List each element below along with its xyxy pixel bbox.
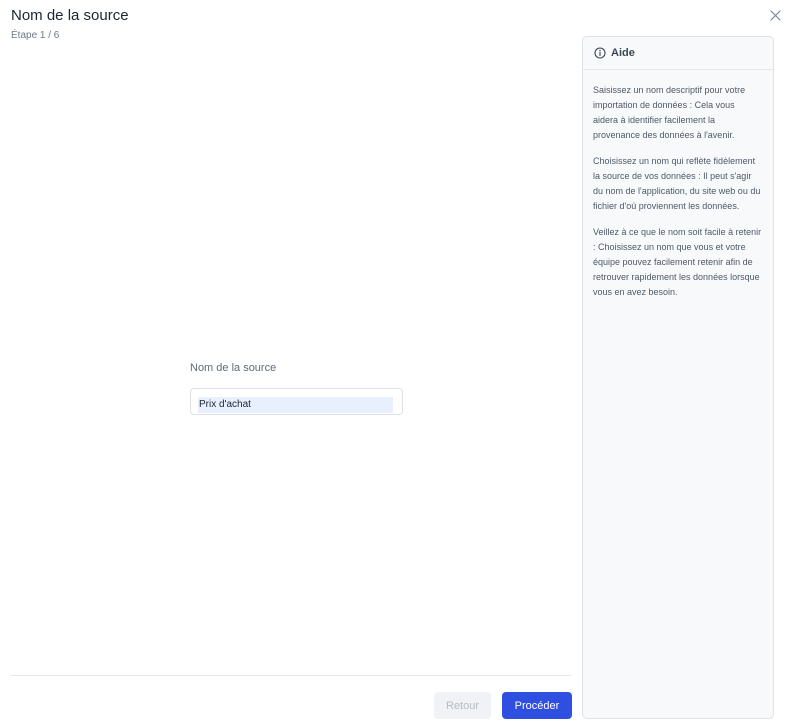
help-title: Aide	[611, 47, 635, 59]
import-modal: Nom de la source Étape 1 / 6 Aide Saisis…	[0, 0, 789, 724]
footer-divider	[11, 675, 572, 676]
source-name-field[interactable]	[190, 388, 403, 415]
info-circle-icon	[594, 47, 606, 59]
help-paragraph: Choisissez un nom qui reflète fidèlement…	[593, 156, 761, 211]
help-header: Aide	[583, 37, 773, 70]
step-indicator: Étape 1 / 6	[11, 30, 60, 41]
modal-title: Nom de la source	[11, 7, 129, 24]
help-paragraph: Saisissez un nom descriptif pour votre i…	[593, 85, 746, 140]
help-body: Saisissez un nom descriptif pour votre i…	[583, 70, 773, 300]
help-paragraph: Veillez à ce que le nom soit facile à re…	[593, 227, 762, 297]
close-button[interactable]	[766, 6, 784, 24]
help-panel: Aide Saisissez un nom descriptif pour vo…	[582, 36, 774, 719]
proceed-button[interactable]: Procéder	[502, 692, 572, 719]
source-name-input[interactable]	[198, 396, 393, 413]
close-icon	[769, 9, 781, 21]
source-name-label: Nom de la source	[190, 362, 277, 374]
back-button[interactable]: Retour	[434, 692, 491, 719]
